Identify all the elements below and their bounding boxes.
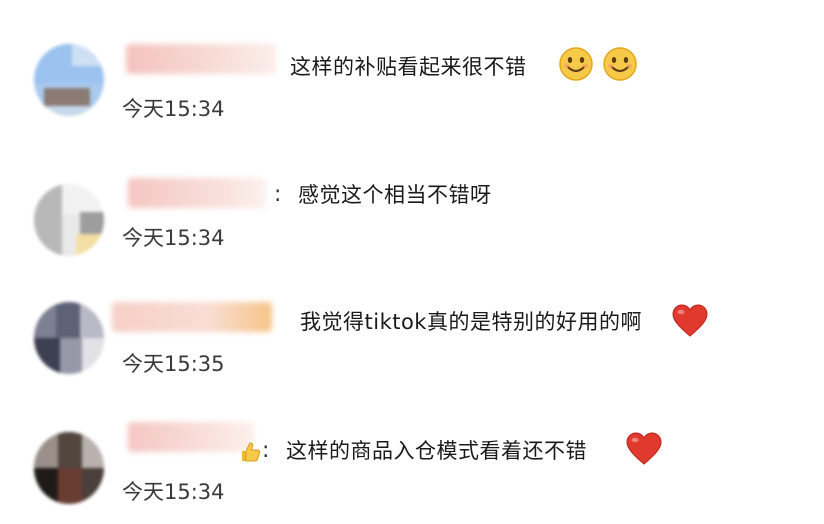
comment-text: 我觉得tiktok真的是特别的好用的啊 bbox=[300, 310, 642, 334]
comment-item: : 这样的商品入仓模式看着还不错 今天15:34 bbox=[0, 392, 824, 516]
comment-text: 这样的商品入仓模式看着还不错 bbox=[286, 439, 587, 463]
comment-item: 这样的补贴看起来很不错 今天15:34 bbox=[0, 0, 824, 124]
comment-timestamp: 今天15:34 bbox=[122, 226, 225, 250]
avatar[interactable] bbox=[34, 302, 104, 374]
comment-timestamp: 今天15:34 bbox=[122, 97, 225, 121]
username-blurred[interactable] bbox=[112, 302, 272, 332]
thumbs-up-emoji-icon bbox=[238, 440, 262, 468]
comment-item: : 感觉这个相当不错呀 今天15:34 bbox=[0, 130, 824, 256]
username-blurred[interactable] bbox=[128, 422, 254, 452]
smile-emoji-icon bbox=[602, 46, 638, 86]
comment-item: 我觉得tiktok真的是特别的好用的啊 今天15:35 bbox=[0, 262, 824, 386]
comment-timestamp: 今天15:34 bbox=[122, 480, 225, 504]
avatar[interactable] bbox=[34, 184, 104, 256]
username-blurred[interactable] bbox=[128, 178, 266, 208]
smile-emoji-icon bbox=[558, 46, 594, 86]
comment-text: 感觉这个相当不错呀 bbox=[298, 183, 492, 207]
comment-text: 这样的补贴看起来很不错 bbox=[290, 55, 527, 79]
avatar[interactable] bbox=[34, 44, 104, 116]
avatar[interactable] bbox=[34, 432, 104, 504]
heart-emoji-icon bbox=[626, 432, 662, 470]
username-blurred[interactable] bbox=[126, 44, 276, 74]
comment-timestamp: 今天15:35 bbox=[122, 352, 225, 376]
heart-emoji-icon bbox=[672, 304, 708, 342]
